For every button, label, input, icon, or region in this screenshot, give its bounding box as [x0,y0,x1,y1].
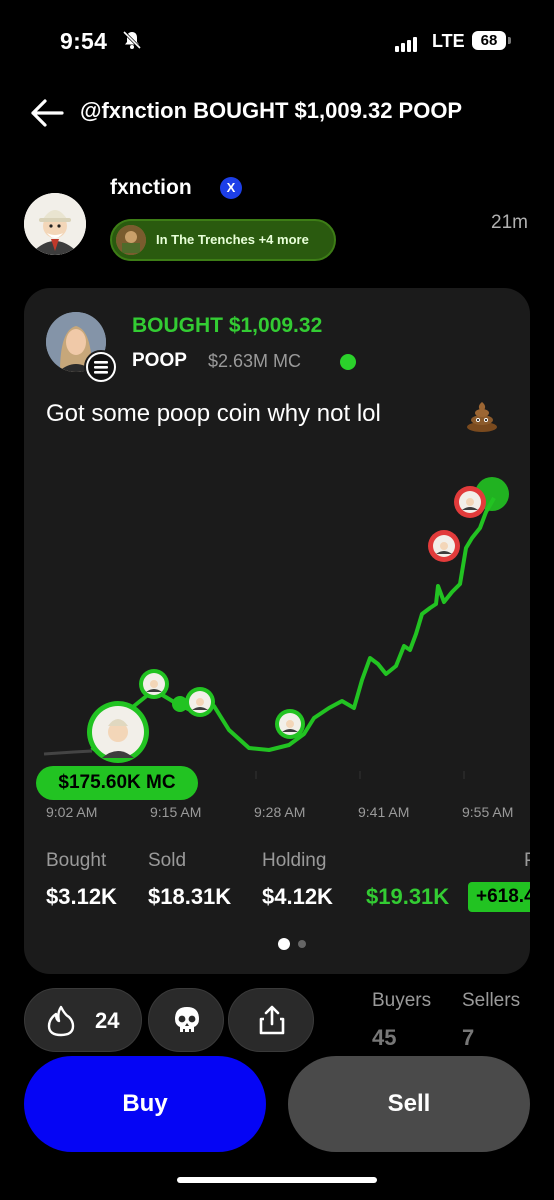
status-time: 9:54 [60,28,108,54]
username[interactable]: fxnction [110,176,192,200]
pre-entry-line [43,749,93,756]
user-avatar[interactable] [24,193,86,255]
bell-off-icon [122,30,142,50]
buyers-label: Buyers [372,990,432,1011]
page-dot-active[interactable] [278,938,290,950]
buyers-count: 45 [372,1025,397,1050]
share-icon [259,1005,285,1035]
fire-reaction-button[interactable]: 24 [24,988,142,1052]
x-verified-icon: X [220,177,242,199]
network-type: LTE [432,31,465,51]
post-time: 21m [491,212,528,233]
skull-reaction-button[interactable] [148,988,224,1052]
entry-mc-label: $175.60K MC [36,766,198,800]
bought-value: $3.12K [46,884,117,909]
pnl-value: $19.31K [366,884,450,909]
trade-action: BOUGHT $1,009.32 [132,314,323,337]
trenches-pill[interactable]: In The Trenches +4 more [110,219,336,261]
buy-marker[interactable] [275,709,305,739]
trenches-label: In The Trenches +4 more [156,232,309,247]
bought-label: Bought [46,850,107,871]
back-arrow-icon[interactable] [30,98,64,128]
tick-marks [153,771,465,779]
trenches-thumbnail [116,225,146,255]
page-dot[interactable] [298,940,306,948]
battery-icon: 68 [472,31,506,50]
buy-marker[interactable] [139,669,169,699]
sold-label: Sold [148,850,187,871]
sell-marker[interactable] [454,486,486,518]
buy-marker[interactable] [87,701,149,763]
fire-icon [47,1005,75,1037]
live-status-dot [340,354,356,370]
pnl-percent-badge: +618.4 [468,882,530,912]
x-axis-tick: 9:41 AM [358,804,410,820]
skull-icon [175,1007,199,1032]
share-button[interactable] [228,988,314,1052]
poop-emoji-icon [467,402,497,432]
page-title: @fxnction BOUGHT $1,009.32 POOP [80,98,463,123]
solana-icon [84,350,118,384]
buy-marker[interactable] [185,687,215,717]
trade-comment: Got some poop coin why not lol [46,400,381,427]
home-indicator[interactable] [177,1177,377,1183]
sell-marker[interactable] [428,530,460,562]
sold-value: $18.31K [148,884,232,909]
battery-tip [508,37,511,44]
holding-value: $4.12K [262,884,333,909]
sellers-label: Sellers [462,990,521,1011]
holding-label: Holding [262,850,327,871]
fire-count: 24 [95,1008,120,1033]
trade-card[interactable]: BOUGHT $1,009.32 POOP $2.63M MC Got some… [24,288,530,974]
x-axis-tick: 9:02 AM [46,804,98,820]
buy-button[interactable]: Buy [24,1056,266,1152]
market-cap: $2.63M MC [208,351,302,371]
sell-button[interactable]: Sell [288,1056,530,1152]
pnl-label: P [524,850,530,872]
token-ticker[interactable]: POOP [132,350,187,372]
x-axis-tick: 9:28 AM [254,804,306,820]
x-axis-tick: 9:15 AM [150,804,202,820]
sellers-count: 7 [462,1025,475,1050]
avatar-illustration [24,193,86,255]
signal-icon [395,34,419,52]
x-axis-tick: 9:55 AM [462,804,514,820]
